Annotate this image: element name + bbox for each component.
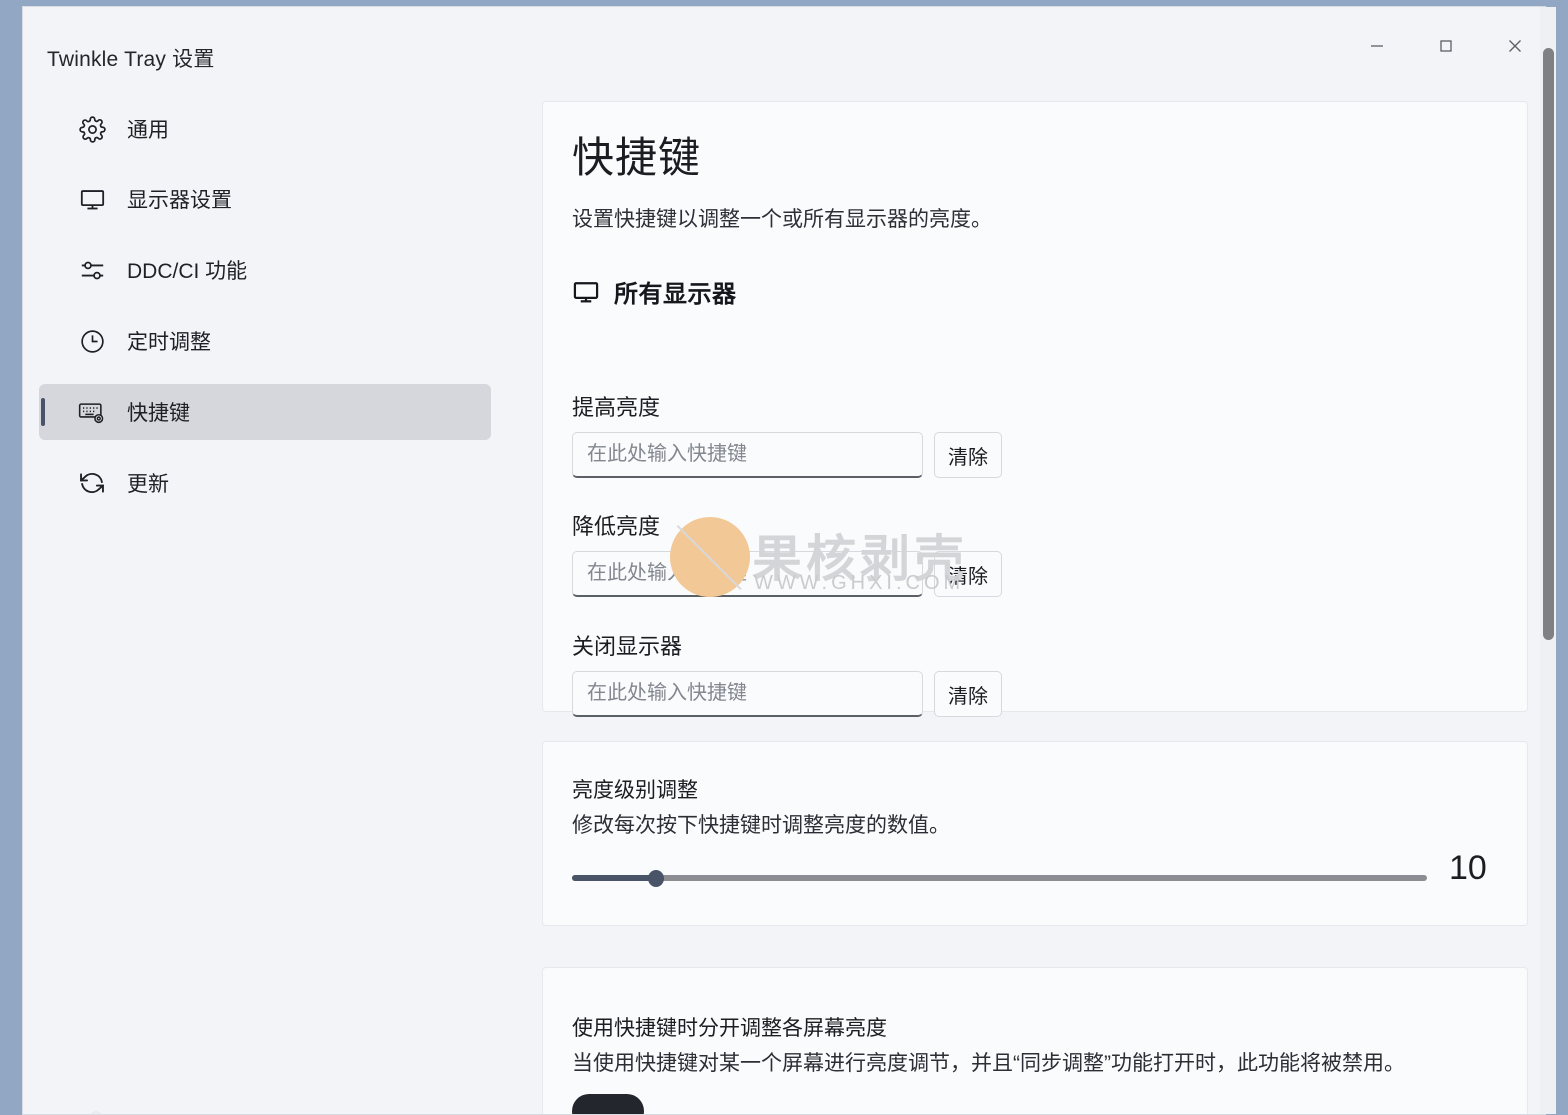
sidebar-item-label: 显示器设置 [127, 184, 232, 214]
lower-brightness-clear-button[interactable]: 清除 [934, 551, 1002, 597]
slider-fill [572, 875, 655, 881]
raise-brightness-clear-button[interactable]: 清除 [934, 432, 1002, 478]
brightness-level-description: 修改每次按下快捷键时调整亮度的数值。 [572, 809, 950, 839]
sidebar-item-general[interactable]: 通用 [39, 101, 491, 157]
sliders-icon [77, 255, 107, 285]
minimize-icon [1369, 38, 1385, 54]
raise-brightness-hotkey-input[interactable] [572, 432, 923, 478]
page-subtitle: 设置快捷键以调整一个或所有显示器的亮度。 [572, 203, 992, 233]
close-button[interactable] [1486, 15, 1544, 77]
turn-off-monitor-clear-button[interactable]: 清除 [934, 671, 1002, 717]
app-window: Twinkle Tray 设置 [22, 6, 1546, 1115]
lower-brightness-label: 降低亮度 [572, 509, 660, 541]
sidebar-item-label: 定时调整 [127, 326, 211, 356]
brightness-level-value: 10 [1449, 849, 1487, 888]
split-adjust-title: 使用快捷键时分开调整各屏幕亮度 [572, 1012, 887, 1042]
sidebar-item-monitor-settings[interactable]: 显示器设置 [39, 171, 491, 227]
sidebar-item-hotkeys[interactable]: 快捷键 [39, 384, 491, 440]
sidebar-item-label: 快捷键 [127, 397, 190, 427]
raise-brightness-row: 清除 [572, 432, 1002, 478]
turn-off-monitor-label: 关闭显示器 [572, 629, 682, 661]
title-bar: Twinkle Tray 设置 [23, 7, 1546, 87]
sidebar-item-update[interactable]: 更新 [39, 455, 491, 511]
group-title: 所有显示器 [614, 274, 737, 309]
sidebar-item-time-adjust[interactable]: 定时调整 [39, 313, 491, 369]
monitor-icon [572, 278, 600, 306]
app-title: Twinkle Tray 设置 [47, 43, 215, 73]
slider-thumb[interactable] [648, 870, 664, 887]
lower-brightness-row: 清除 [572, 551, 1002, 597]
split-adjust-description: 当使用快捷键对某一个屏幕进行亮度调节，并且“同步调整”功能打开时，此功能将被禁用… [572, 1047, 1405, 1077]
hotkeys-card [542, 101, 1528, 712]
sidebar-item-label: 通用 [127, 114, 169, 144]
brightness-level-title: 亮度级别调整 [572, 774, 698, 804]
sidebar-item-label: 更新 [127, 468, 169, 498]
turn-off-monitor-hotkey-input[interactable] [572, 671, 923, 717]
maximize-icon [1438, 38, 1454, 54]
slider-track [572, 875, 1427, 881]
bug-icon[interactable] [79, 1107, 113, 1115]
keyboard-icon [77, 397, 107, 427]
active-indicator [41, 398, 45, 426]
minimize-button[interactable] [1348, 15, 1406, 77]
clock-icon [77, 326, 107, 356]
sidebar-item-label: DDC/CI 功能 [127, 255, 247, 285]
lower-brightness-hotkey-input[interactable] [572, 551, 923, 597]
sidebar: 通用 显示器设置 DDC/CI 功能 [23, 87, 519, 1115]
all-monitors-group-header: 所有显示器 [572, 274, 737, 309]
brightness-level-slider[interactable] [572, 862, 1427, 894]
maximize-button[interactable] [1417, 15, 1475, 77]
monitor-icon [77, 184, 107, 214]
scrollbar-thumb[interactable] [1543, 48, 1554, 640]
split-adjust-toggle[interactable] [572, 1094, 644, 1115]
turn-off-monitor-row: 清除 [572, 671, 1002, 717]
content-area: 快捷键 设置快捷键以调整一个或所有显示器的亮度。 所有显示器 提高亮度 清除 降… [519, 87, 1546, 1115]
page-title: 快捷键 [572, 124, 701, 185]
refresh-icon [77, 468, 107, 498]
sidebar-item-ddcci[interactable]: DDC/CI 功能 [39, 242, 491, 298]
raise-brightness-label: 提高亮度 [572, 390, 660, 422]
gear-icon [77, 114, 107, 144]
close-icon [1506, 37, 1524, 55]
